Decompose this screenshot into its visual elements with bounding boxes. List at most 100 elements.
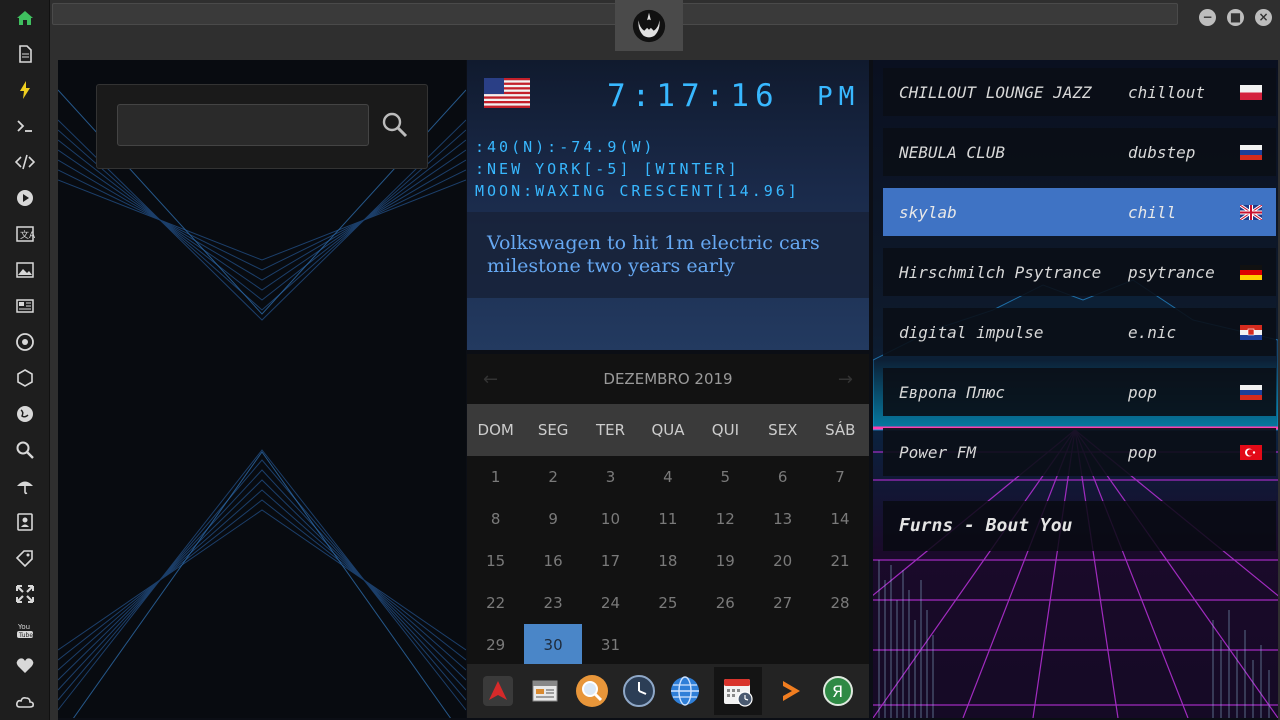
calendar-day[interactable]: 15 [467,540,524,582]
station-row[interactable]: NEBULA CLUB dubstep [883,128,1276,176]
play-arrow-icon[interactable] [773,673,809,709]
rebel-tab[interactable] [615,0,683,51]
top-bar: − ■ × [50,0,1280,54]
calendar-day[interactable]: 24 [582,582,639,624]
turkey-flag-icon [1240,444,1262,460]
station-row[interactable]: CHILLOUT LOUNGE JAZZ chillout [883,68,1276,116]
calendar-day[interactable]: 13 [754,498,811,540]
news-icon[interactable] [13,294,37,318]
station-row[interactable]: digital impulse e.nic [883,308,1276,356]
calendar-day[interactable]: 1 [467,456,524,498]
umbrella-icon[interactable] [13,474,37,498]
calendar-day[interactable]: 22 [467,582,524,624]
calendar-day[interactable]: 4 [639,456,696,498]
search-input[interactable] [117,104,369,146]
calendar-day[interactable]: 10 [582,498,639,540]
search-icon[interactable] [13,438,37,462]
calendar-week-row: 15 16 17 18 19 20 21 [467,540,869,582]
station-name: CHILLOUT LOUNGE JAZZ [899,82,1092,102]
close-button[interactable]: × [1255,9,1272,26]
calendar-day[interactable]: 28 [811,582,868,624]
station-genre: dubstep [1128,142,1196,162]
calendar-day[interactable]: 8 [467,498,524,540]
calendar-header: ← DEZEMBRO 2019 → [467,354,869,404]
timezone-readout: :NEW YORK[-5] [WINTER] [475,160,740,178]
calendar-day[interactable]: 12 [697,498,754,540]
desktop-window: 文A You Tube − ■ × 7:17:16 PM:40(N):-74.… [0,0,1280,720]
lightning-icon[interactable] [13,78,37,102]
calendar-grid: 1 2 3 4 5 6 7 8 9 10 11 12 13 14 15 16 17 18 19 20 21 22 23 24 2… [467,456,869,666]
calendar-day[interactable]: 18 [639,540,696,582]
calendar-day[interactable]: 20 [754,540,811,582]
search-app-icon[interactable] [574,673,610,709]
clock-app-icon[interactable] [621,673,657,709]
station-row[interactable]: skylab chill [883,188,1276,236]
radio-panel: CHILLOUT LOUNGE JAZZ chillout NEBULA CLUB d… [873,60,1278,718]
calendar-day[interactable]: 30 [524,624,582,666]
youtube-icon[interactable]: You Tube [13,618,37,642]
document-icon[interactable] [13,42,37,66]
calendar-week-row: 1234567 [467,456,869,498]
russia-flag-icon [1240,144,1262,160]
calendar-empty-cell [639,624,696,666]
contacts-icon[interactable] [13,510,37,534]
calendar-day[interactable]: 5 [697,456,754,498]
calendar-day[interactable]: 7 [811,456,868,498]
left-sidebar: 文A You Tube [0,0,50,720]
calendar-day[interactable]: 14 [811,498,868,540]
calendar-day[interactable]: 31 [582,624,639,666]
news-ticker[interactable]: Volkswagen to hit 1m electric cars miles… [467,212,869,298]
app-dock: Я [467,664,869,718]
weekday-label: QUI [711,421,739,439]
calendar-day[interactable]: 2 [524,456,581,498]
globe-icon[interactable] [13,402,37,426]
station-row[interactable]: Hirschmilch Psytrance psytrance [883,248,1276,296]
calendar-day[interactable]: 21 [811,540,868,582]
calendar-day[interactable]: 16 [524,540,581,582]
heart-icon[interactable] [13,654,37,678]
yandex-icon[interactable]: Я [820,673,856,709]
arrow-app-icon[interactable] [480,673,516,709]
calendar-day[interactable]: 25 [639,582,696,624]
expand-icon[interactable] [13,582,37,606]
station-genre: pop [1128,442,1157,462]
calendar-day[interactable]: 23 [524,582,581,624]
search-button[interactable] [379,107,411,143]
poland-flag-icon [1240,84,1262,100]
calendar-day[interactable]: 19 [697,540,754,582]
play-icon[interactable] [13,186,37,210]
calendar-app-icon[interactable] [714,667,763,715]
news-headline[interactable]: Volkswagen to hit 1m electric cars miles… [487,232,837,278]
home-icon[interactable] [13,6,37,30]
code-icon[interactable] [13,150,37,174]
tag-icon[interactable] [13,546,37,570]
prev-month-button[interactable]: ← [483,369,498,390]
globe-app-icon[interactable] [667,673,703,709]
cloud-icon[interactable] [13,690,37,714]
calendar-day[interactable]: 6 [754,456,811,498]
calendar-day[interactable]: 3 [582,456,639,498]
calendar-widget: ← DEZEMBRO 2019 → DOM SEG TER QUA QUI SE… [467,354,869,666]
translate-icon[interactable]: 文A [13,222,37,246]
station-row[interactable]: Европа Плюс pop [883,368,1276,416]
station-genre: e.nic [1128,322,1177,342]
calendar-day[interactable]: 17 [582,540,639,582]
calendar-week-row: 8 9 10 11 12 13 14 [467,498,869,540]
calendar-day[interactable]: 26 [697,582,754,624]
maximize-button[interactable]: ■ [1227,9,1244,26]
calendar-day[interactable]: 11 [639,498,696,540]
weekday-label: DOM [477,421,514,439]
hexagon-icon[interactable] [13,366,37,390]
station-row[interactable]: Power FM pop [883,428,1276,476]
calendar-day[interactable]: 9 [524,498,581,540]
rebel-icon[interactable] [13,330,37,354]
moon-phase-readout: MOON:WAXING CRESCENT[14.96] [475,182,800,200]
minimize-button[interactable]: − [1199,9,1216,26]
calendar-grid-icon[interactable] [527,673,563,709]
next-month-button[interactable]: → [838,369,853,390]
calendar-day[interactable]: 27 [754,582,811,624]
search-panel [58,60,466,718]
calendar-day[interactable]: 29 [467,624,524,666]
terminal-icon[interactable] [13,114,37,138]
image-icon[interactable] [13,258,37,282]
